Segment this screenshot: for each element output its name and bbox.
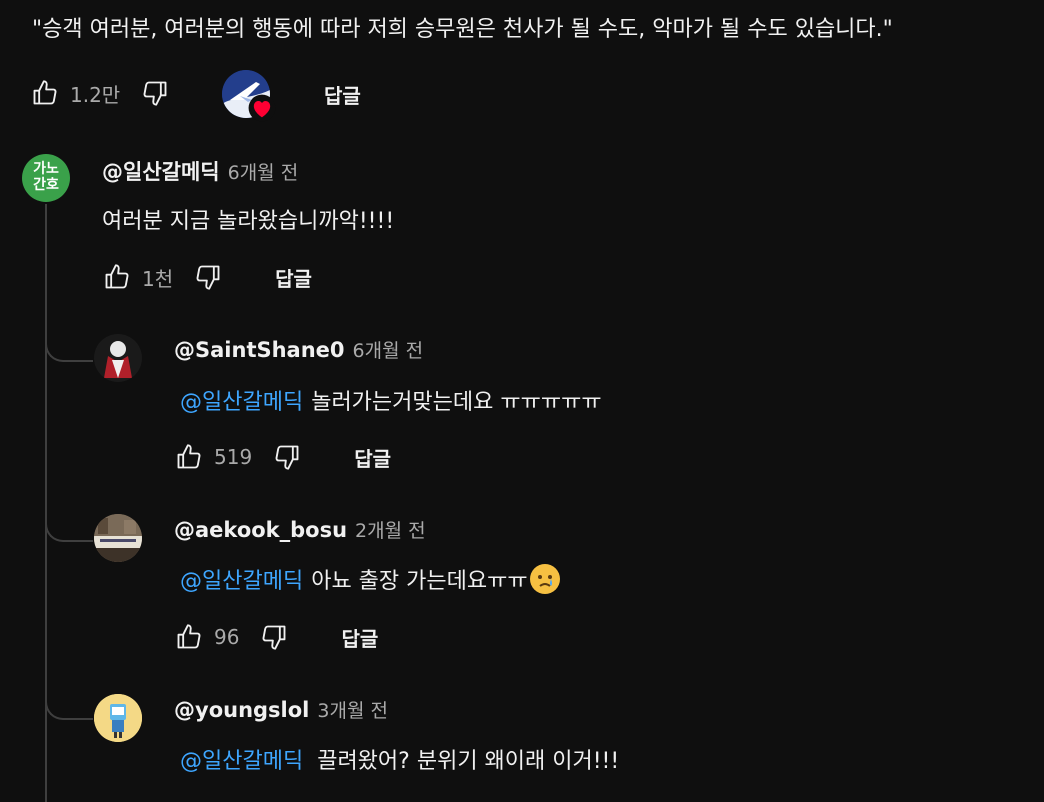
comment-text: 끌려왔어? 분위기 왜이래 이거!!! xyxy=(317,749,620,774)
avatar-text: 가노 xyxy=(33,161,59,177)
like-count: 96 xyxy=(214,625,240,649)
thumbs-down-icon xyxy=(262,625,286,650)
author-name[interactable]: @youngslol xyxy=(174,698,309,722)
thumbs-up-icon xyxy=(177,444,201,469)
dislike-button[interactable] xyxy=(257,620,291,654)
thumbs-down-icon xyxy=(275,445,299,470)
user-avatar-icon xyxy=(94,334,142,382)
like-button[interactable] xyxy=(172,620,206,654)
thread-branch xyxy=(45,334,93,362)
reply-button[interactable]: 답글 xyxy=(275,263,312,292)
creator-heart-badge xyxy=(248,94,276,122)
like-button[interactable] xyxy=(100,260,134,294)
thread-branch xyxy=(45,514,93,542)
thumbs-up-icon xyxy=(33,80,57,105)
timestamp[interactable]: 2개월 전 xyxy=(355,516,426,543)
user-avatar-icon xyxy=(94,514,142,562)
like-button[interactable] xyxy=(172,440,206,474)
comment-header: @aekook_bosu 2개월 전 xyxy=(174,516,426,543)
comment-text: 놀러가는거맞는데요 ㅠㅠㅠㅠㅠ xyxy=(311,390,602,415)
comment-header: @youngslol 3개월 전 xyxy=(174,696,388,723)
dislike-button[interactable] xyxy=(270,440,304,474)
mention-link[interactable]: @일산갈메딕 xyxy=(180,569,303,594)
thread-branch xyxy=(45,692,93,720)
like-count: 1.2만 xyxy=(70,82,121,107)
avatar[interactable] xyxy=(94,334,142,382)
comment-actions: 1천 답글 xyxy=(100,260,312,294)
thumbs-down-icon xyxy=(143,81,167,106)
mention-link[interactable]: @일산갈메딕 xyxy=(180,749,303,774)
user-avatar-icon xyxy=(94,694,142,742)
reply-button[interactable]: 답글 xyxy=(354,443,391,472)
avatar[interactable] xyxy=(94,514,142,562)
crying-face-icon xyxy=(529,564,560,594)
dislike-button[interactable] xyxy=(138,76,172,110)
heart-icon xyxy=(248,94,276,122)
comment-actions: 1.2만 xyxy=(28,76,172,110)
thumbs-up-icon xyxy=(105,264,129,289)
comment-text: 여러분 지금 놀라왔습니까악!!!! xyxy=(102,209,395,234)
author-name[interactable]: @SaintShane0 xyxy=(174,338,345,362)
comment-actions: 96 답글 xyxy=(172,620,378,654)
like-count: 519 xyxy=(214,445,253,469)
thumbs-up-icon xyxy=(177,624,201,649)
avatar[interactable]: 가노 간호 xyxy=(22,154,70,202)
reply-button[interactable]: 답글 xyxy=(324,80,361,109)
author-name[interactable]: @일산갈메딕 xyxy=(102,156,220,186)
comment-body: @일산갈메딕 놀러가는거맞는데요 ㅠㅠㅠㅠㅠ xyxy=(180,384,602,416)
reply-button[interactable]: 답글 xyxy=(341,623,378,652)
timestamp[interactable]: 3개월 전 xyxy=(317,696,388,723)
comment-text: "승객 여러분, 여러분의 행동에 따라 저희 승무원은 천사가 될 수도, 악… xyxy=(32,17,893,42)
like-count: 1천 xyxy=(142,266,174,291)
author-name[interactable]: @aekook_bosu xyxy=(174,518,347,542)
avatar[interactable] xyxy=(94,694,142,742)
comment-body: @일산갈메딕 끌려왔어? 분위기 왜이래 이거!!! xyxy=(180,743,619,775)
comment-header: @일산갈메딕 6개월 전 xyxy=(102,156,298,186)
avatar-text: 간호 xyxy=(33,177,59,193)
timestamp[interactable]: 6개월 전 xyxy=(353,336,424,363)
comment-text: 아뇨 출장 가는데요ㅠㅠ xyxy=(311,569,528,594)
dislike-button[interactable] xyxy=(191,260,225,294)
comment-actions: 519 답글 xyxy=(172,440,391,474)
thread-line xyxy=(45,204,47,802)
timestamp[interactable]: 6개월 전 xyxy=(228,158,299,185)
comment-body: @일산갈메딕 아뇨 출장 가는데요ㅠㅠ xyxy=(180,563,560,595)
like-button[interactable] xyxy=(28,76,62,110)
comment-header: @SaintShane0 6개월 전 xyxy=(174,336,423,363)
mention-link[interactable]: @일산갈메딕 xyxy=(180,390,303,415)
thumbs-down-icon xyxy=(196,265,220,290)
